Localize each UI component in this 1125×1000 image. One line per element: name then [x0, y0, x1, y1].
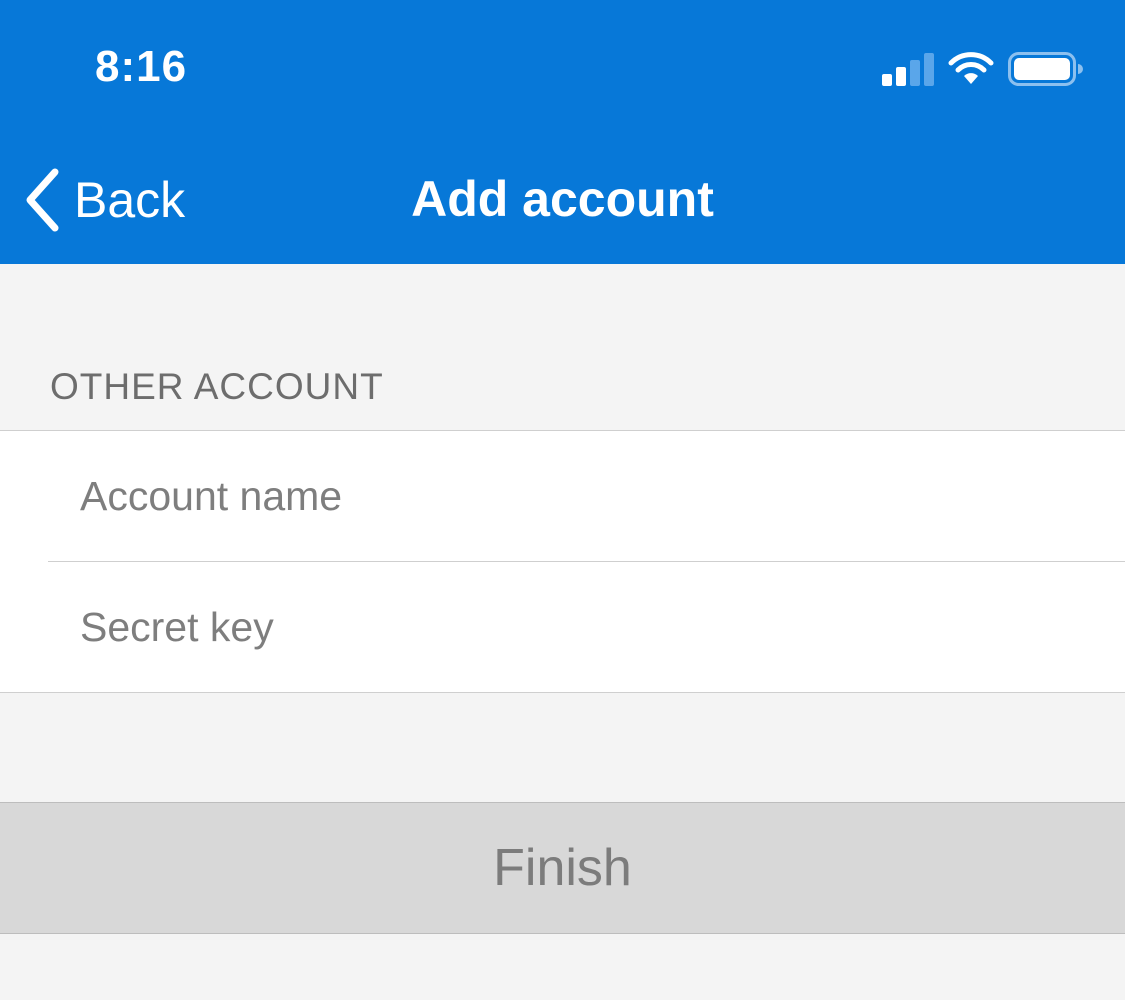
page-title: Add account	[411, 171, 714, 227]
battery-icon	[1008, 52, 1083, 86]
finish-button[interactable]: Finish	[0, 802, 1125, 934]
signal-icon	[882, 52, 934, 86]
secret-key-row	[0, 562, 1125, 693]
section-header: OTHER ACCOUNT	[50, 366, 384, 407]
status-time: 8:16	[95, 42, 188, 91]
secret-key-input[interactable]	[80, 562, 1080, 693]
account-name-row	[0, 431, 1125, 562]
account-form	[0, 430, 1125, 693]
wifi-icon	[948, 52, 994, 84]
app-header: 8:16 Back Add account	[0, 0, 1125, 264]
account-name-input[interactable]	[80, 431, 1080, 562]
